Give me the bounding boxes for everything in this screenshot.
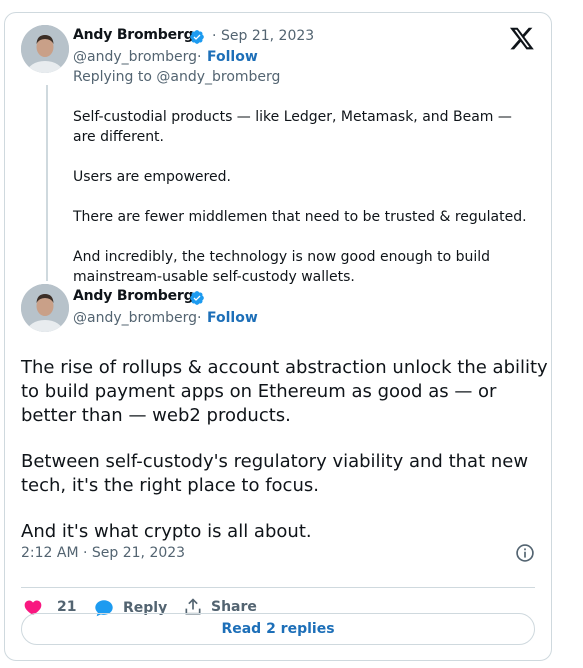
tweet-paragraph: The rise of rollups & account abstractio… [21,357,548,426]
verified-badge-icon [190,30,204,44]
x-logo-icon[interactable] [509,25,535,51]
main-tweet-body: The rise of rollups & account abstractio… [21,356,551,566]
action-divider [21,587,535,588]
tweet-paragraph: And it's what crypto is all about. [21,521,312,542]
tweet-paragraph: Users are empowered. [73,169,231,185]
date-separator: · [212,28,217,44]
follow-separator: · [197,49,202,65]
tweet-paragraph: There are fewer middlemen that need to b… [73,209,527,225]
replying-to[interactable]: Replying to @andy_bromberg [73,69,280,85]
tweet-timestamp[interactable]: 2:12 AM · Sep 21, 2023 [21,545,185,561]
read-replies-label: Read 2 replies [221,621,335,637]
author-handle[interactable]: @andy_bromberg [73,310,197,326]
author-name[interactable]: Andy Bromberg [73,288,194,304]
embedded-tweet-card: Andy Bromberg · Sep 21, 2023 @andy_bromb… [4,12,552,661]
author-name[interactable]: Andy Bromberg [73,27,194,43]
tweet-paragraph: Self-custodial products — like Ledger, M… [73,109,512,145]
read-replies-button[interactable]: Read 2 replies [21,613,535,645]
follow-link[interactable]: Follow [207,49,258,65]
author-handle[interactable]: @andy_bromberg [73,49,197,65]
verified-badge-icon [190,291,204,305]
tweet-paragraph: Between self-custody's regulatory viabil… [21,451,529,496]
follow-separator: · [197,310,202,326]
tweet-date[interactable]: Sep 21, 2023 [221,28,314,44]
follow-link[interactable]: Follow [207,310,258,326]
reply-tweet-body: Self-custodial products — like Ledger, M… [73,107,533,307]
info-icon[interactable] [515,543,535,563]
author-avatar[interactable] [21,284,69,332]
tweet-paragraph: And incredibly, the technology is now go… [73,249,491,285]
thread-connector-line [46,85,48,281]
author-avatar[interactable] [21,25,69,73]
